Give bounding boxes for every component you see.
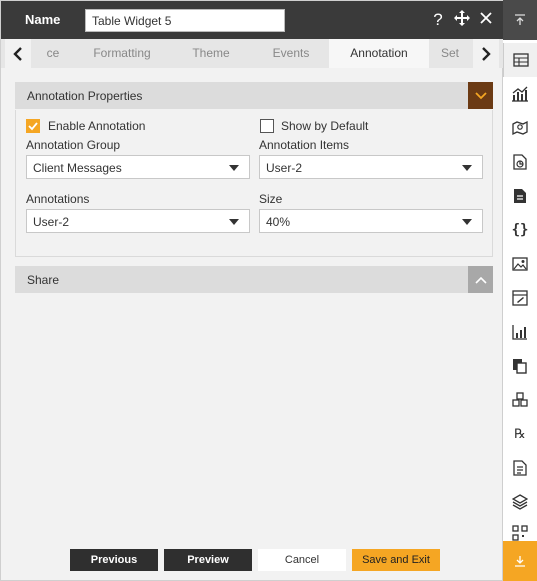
save-and-exit-button[interactable]: Save and Exit xyxy=(352,549,440,571)
annotation-properties-header[interactable]: Annotation Properties xyxy=(15,82,493,109)
annotation-items-select[interactable]: User-2 xyxy=(259,155,483,179)
cubes-icon[interactable] xyxy=(503,383,537,417)
annotation-group-select[interactable]: Client Messages xyxy=(26,155,250,179)
layers-icon[interactable] xyxy=(503,485,537,519)
document-chart-icon[interactable] xyxy=(503,145,537,179)
show-by-default-label: Show by Default xyxy=(281,119,369,133)
file-icon[interactable] xyxy=(503,179,537,213)
chevron-down-icon xyxy=(474,91,487,99)
size-label: Size xyxy=(259,192,283,206)
previous-button[interactable]: Previous xyxy=(70,549,158,571)
annotation-group-value: Client Messages xyxy=(33,161,122,175)
move-icon[interactable] xyxy=(454,10,470,31)
annotation-items-value: User-2 xyxy=(266,161,303,175)
annotation-items-label: Annotation Items xyxy=(259,138,350,152)
qr-icon[interactable] xyxy=(503,519,537,541)
size-select[interactable]: 40% xyxy=(259,209,483,233)
tab-bar: ce Formatting Theme Events Annotation Se… xyxy=(1,39,504,68)
help-icon[interactable]: ? xyxy=(430,10,446,31)
share-title: Share xyxy=(27,273,60,287)
annotations-value: User-2 xyxy=(33,215,70,229)
right-toolbar: {} ℞ xyxy=(503,0,537,581)
close-icon[interactable] xyxy=(478,10,494,31)
panel-header: Name ? xyxy=(1,1,504,39)
enable-annotation-label: Enable Annotation xyxy=(48,119,146,133)
enable-annotation-checkbox[interactable] xyxy=(26,119,40,133)
table-icon[interactable] xyxy=(503,43,537,77)
annotation-group-label: Annotation Group xyxy=(26,138,121,152)
widget-properties-panel: Name ? ce Formatting Theme Events Annota… xyxy=(0,0,504,581)
expand-share-button[interactable] xyxy=(468,266,493,293)
tab-annotation[interactable]: Annotation xyxy=(329,39,429,68)
collapse-annotation-button[interactable] xyxy=(468,82,493,109)
dropdown-caret-icon xyxy=(229,165,239,171)
dropdown-caret-icon xyxy=(462,219,472,225)
dropdown-caret-icon xyxy=(462,165,472,171)
scroll-bottom-icon[interactable] xyxy=(503,541,537,581)
cancel-button[interactable]: Cancel xyxy=(258,549,346,571)
code-braces-icon[interactable]: {} xyxy=(503,213,537,247)
preview-button[interactable]: Preview xyxy=(164,549,252,571)
copy-icon[interactable] xyxy=(503,349,537,383)
annotations-label: Annotations xyxy=(26,192,90,206)
widget-name-input[interactable] xyxy=(85,9,285,32)
tab-scroll-left-icon[interactable] xyxy=(5,39,31,68)
edit-board-icon[interactable] xyxy=(503,281,537,315)
tab-ce[interactable]: ce xyxy=(31,39,75,68)
tab-set[interactable]: Set xyxy=(441,39,473,68)
tab-theme[interactable]: Theme xyxy=(169,39,253,68)
share-header[interactable]: Share xyxy=(15,266,493,293)
map-icon[interactable] xyxy=(503,111,537,145)
chart-icon[interactable] xyxy=(503,77,537,111)
bar-chart-icon[interactable] xyxy=(503,315,537,349)
header-icons: ? xyxy=(430,10,494,31)
dropdown-caret-icon xyxy=(229,219,239,225)
rx-icon[interactable]: ℞ xyxy=(503,417,537,451)
name-label: Name xyxy=(25,12,61,27)
annotations-select[interactable]: User-2 xyxy=(26,209,250,233)
tab-formatting[interactable]: Formatting xyxy=(75,39,169,68)
image-icon[interactable] xyxy=(503,247,537,281)
show-by-default-checkbox[interactable] xyxy=(260,119,274,133)
chevron-up-icon xyxy=(474,276,487,284)
annotation-properties-body: Enable Annotation Show by Default Annota… xyxy=(15,110,493,257)
annotation-properties-title: Annotation Properties xyxy=(27,89,143,103)
report-icon[interactable] xyxy=(503,451,537,485)
tab-events[interactable]: Events xyxy=(253,39,329,68)
scroll-top-icon[interactable] xyxy=(503,0,537,40)
size-value: 40% xyxy=(266,215,291,229)
tab-scroll-right-icon[interactable] xyxy=(473,39,499,68)
checkmark-icon xyxy=(28,122,38,131)
